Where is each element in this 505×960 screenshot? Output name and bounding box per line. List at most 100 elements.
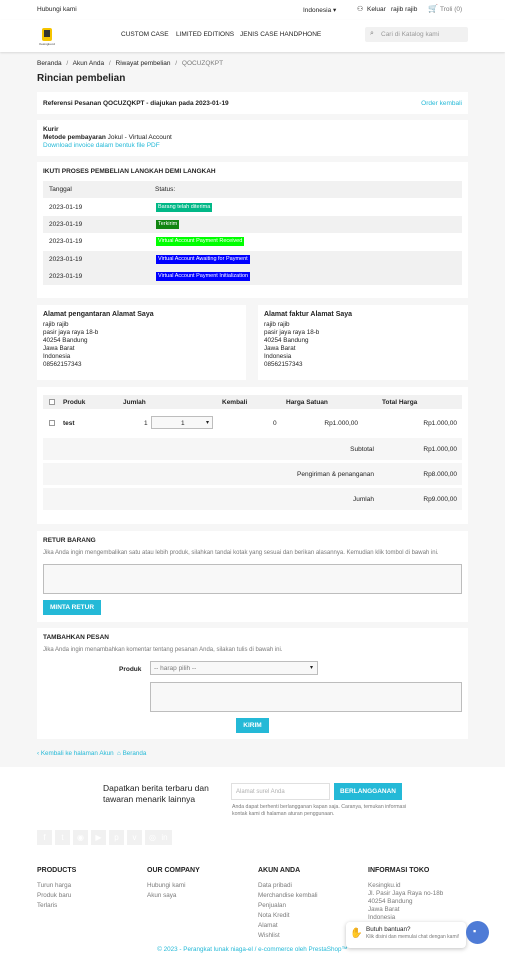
products-card: Produk Jumlah Kembali Harga Satuan Total… — [37, 387, 468, 524]
linkedin-icon[interactable]: in — [157, 830, 172, 845]
status-badge: Virtual Account Payment Received — [156, 237, 245, 246]
col-unit-price: Harga Satuan — [286, 399, 328, 406]
facebook-icon[interactable]: f — [37, 830, 52, 845]
footer-store-title: INFORMASI TOKO — [368, 867, 430, 874]
shipping-label: Pengiriman & penanganan — [297, 471, 374, 478]
breadcrumb-separator: / — [108, 60, 111, 67]
cart-icon: 🛒 — [428, 4, 438, 13]
footer-link[interactable]: Merchandise kembali — [258, 892, 318, 899]
footer-link[interactable]: Penjualan — [258, 902, 286, 909]
footer-link[interactable]: Produk baru — [37, 892, 71, 899]
breadcrumb: Beranda / Akun Anda / Riwayat pembelian … — [37, 60, 223, 67]
message-product-label: Produk — [119, 666, 142, 673]
breadcrumb-account[interactable]: Akun Anda — [73, 60, 104, 67]
address-line: Indonesia — [43, 353, 71, 360]
rss-icon[interactable]: ◉ — [73, 830, 88, 845]
col-returned: Kembali — [222, 399, 248, 406]
address-line: Indonesia — [264, 353, 292, 360]
search-box[interactable]: ⌕ Cari di Katalog kami — [365, 27, 468, 42]
step-row: 2023-01-19 Barang telah diterima — [43, 199, 462, 216]
store-info-line: 40254 Bandung — [368, 898, 413, 905]
logo[interactable]: Kesingku.id — [37, 26, 57, 46]
address-line: 40254 Bandung — [43, 337, 88, 344]
footer-link[interactable]: Terlaris — [37, 902, 57, 909]
logo-text: Kesingku.id — [39, 42, 55, 46]
payment-method: Metode pembayaran Jokul - Virtual Accoun… — [43, 134, 172, 141]
invoice-address: rajib rajib pasir jaya raya 18-b 40254 B… — [264, 321, 319, 369]
waving-hand-icon: ✋ — [350, 928, 363, 939]
newsletter-note: Anda dapat berhenti berlangganan kapan s… — [232, 804, 407, 817]
return-reason-textarea[interactable] — [43, 564, 462, 594]
select-all-checkbox[interactable] — [49, 399, 55, 405]
cart-link[interactable]: Troli (0) — [440, 6, 462, 13]
nav-limited-editions[interactable]: LIMITED EDITIONS — [176, 31, 234, 38]
reorder-link[interactable]: Order kembali — [421, 100, 462, 107]
message-description: Jika Anda ingin menambahkan komentar ten… — [43, 647, 283, 653]
payment-method-label: Metode pembayaran — [43, 134, 106, 141]
status-badge: Terkirim — [156, 220, 180, 229]
home-link-label: Beranda — [122, 750, 147, 757]
home-link[interactable]: ⌂ Beranda — [117, 750, 146, 757]
message-textarea[interactable] — [150, 682, 462, 712]
invoice-download-link[interactable]: Download invoice dalam bentuk file PDF — [43, 142, 160, 149]
return-qty-select[interactable]: 1 ▾ — [151, 416, 213, 429]
message-product-select[interactable]: -- harap pilih -- ▾ — [150, 661, 318, 675]
col-product: Produk — [63, 399, 86, 406]
col-status: Status: — [155, 186, 176, 193]
invoice-address-card: Alamat faktur Alamat Saya rajib rajib pa… — [258, 305, 468, 380]
store-info-line: Jawa Barat — [368, 906, 400, 913]
total-row: Jumlah Rp9.000,00 — [43, 488, 462, 510]
account-link[interactable]: rajib rajib — [391, 6, 417, 13]
breadcrumb-current: QOCUZQKPT — [181, 60, 224, 67]
language-selector[interactable]: Indonesia ▾ — [303, 6, 336, 14]
chat-bubble[interactable]: ✋ Butuh bantuan? Klik disini dan memulai… — [346, 922, 466, 948]
delivery-address-card: Alamat pengantaran Alamat Saya rajib raj… — [37, 305, 246, 380]
address-line: Jawa Barat — [264, 345, 296, 352]
footer-link[interactable]: Wishlist — [258, 932, 280, 939]
send-message-button[interactable]: KIRIM — [236, 718, 269, 733]
footer-link[interactable]: Nota Kredit — [258, 912, 290, 919]
shipping-value: Rp8.000,00 — [423, 471, 457, 478]
breadcrumb-home[interactable]: Beranda — [37, 60, 62, 67]
footer-link[interactable]: Akun saya — [147, 892, 176, 899]
invoice-address-title: Alamat faktur Alamat Saya — [264, 311, 353, 318]
back-to-account-link[interactable]: ‹ Kembali ke halaman Akun — [37, 750, 114, 757]
logout-link[interactable]: Keluar — [367, 6, 386, 13]
product-name: test — [63, 420, 75, 427]
newsletter-title: Dapatkan berita terbaru dan tawaran mena… — [103, 783, 209, 804]
footer-account-title: AKUN ANDA — [258, 867, 301, 874]
nav-custom-case[interactable]: CUSTOM CASE — [121, 31, 169, 38]
breadcrumb-history[interactable]: Riwayat pembelian — [116, 60, 171, 67]
request-return-button[interactable]: MINTA RETUR — [43, 600, 101, 615]
subscribe-button[interactable]: BERLANGGANAN — [334, 783, 402, 800]
pinterest-icon[interactable]: p — [109, 830, 124, 845]
footer-link[interactable]: Data pribadi — [258, 882, 292, 889]
footer-company-title: OUR COMPANY — [147, 867, 200, 874]
carrier-label: Kurir — [43, 126, 59, 133]
search-input[interactable]: Cari di Katalog kami — [381, 31, 439, 38]
contact-link[interactable]: Hubungi kami — [37, 6, 77, 13]
chat-launcher-button[interactable]: ▪ — [466, 921, 489, 944]
payment-method-value: Jokul - Virtual Account — [107, 134, 172, 141]
newsletter-placeholder: Alamat surel Anda — [236, 789, 285, 795]
logo-icon: Kesingku.id — [39, 28, 55, 46]
total-value: Rp9.000,00 — [423, 496, 457, 503]
delivery-address-title: Alamat pengantaran Alamat Saya — [43, 311, 154, 318]
newsletter-email-input[interactable]: Alamat surel Anda — [231, 783, 330, 800]
footer-link[interactable]: Turun harga — [37, 882, 71, 889]
product-checkbox[interactable] — [49, 420, 55, 426]
language-label: Indonesia — [303, 7, 332, 14]
returns-title: RETUR BARANG — [43, 537, 96, 544]
user-icon: ⚇ — [357, 6, 364, 13]
vimeo-icon[interactable]: v — [127, 830, 142, 845]
footer-link[interactable]: Alamat — [258, 922, 278, 929]
nav-jenis-case[interactable]: JENIS CASE HANDPHONE — [240, 31, 321, 38]
delivery-address: rajib rajib pasir jaya raya 18-b 40254 B… — [43, 321, 98, 369]
footer-link[interactable]: Hubungi kami — [147, 882, 186, 889]
address-line: rajib rajib — [43, 321, 69, 328]
youtube-icon[interactable]: ▶ — [91, 830, 106, 845]
carrier-card: Kurir Metode pembayaran Jokul - Virtual … — [37, 120, 468, 156]
twitter-icon[interactable]: t — [55, 830, 70, 845]
step-date: 2023-01-19 — [49, 204, 83, 211]
shipping-row: Pengiriman & penanganan Rp8.000,00 — [43, 463, 462, 485]
